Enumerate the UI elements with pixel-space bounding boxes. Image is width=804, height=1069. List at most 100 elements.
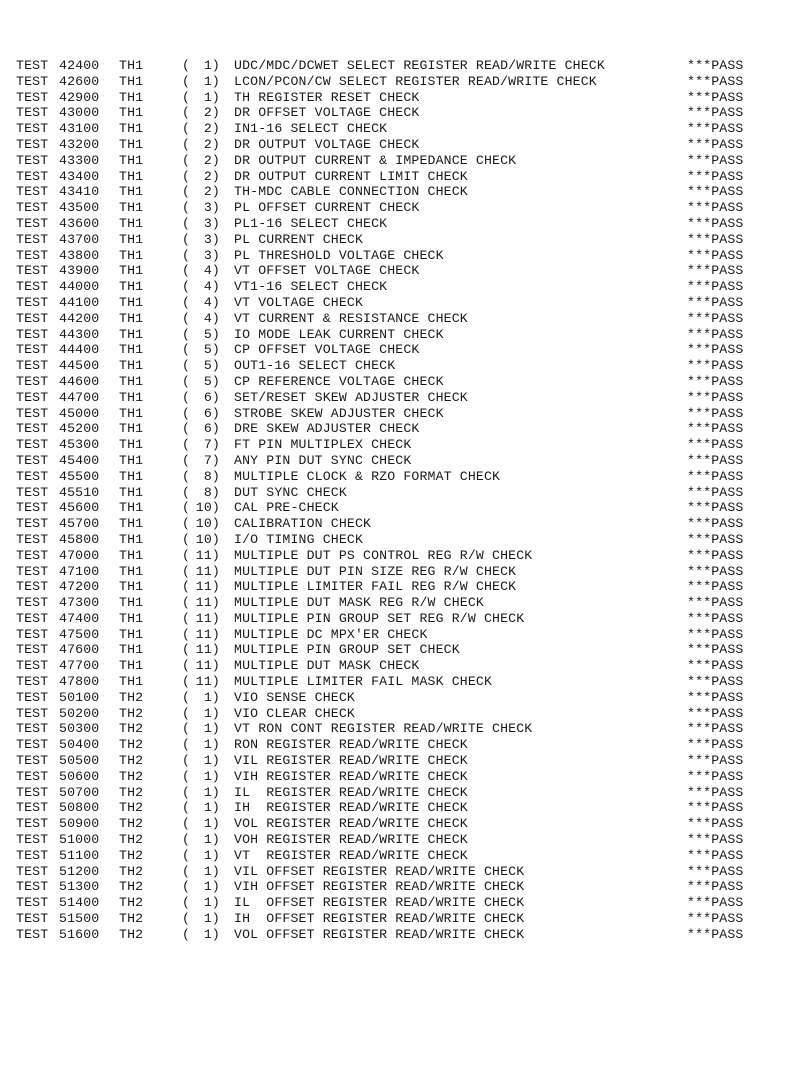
test-result: ***PASS	[687, 263, 744, 279]
test-prefix: TEST	[16, 231, 49, 247]
group-number: 1)	[203, 926, 220, 942]
test-head: TH2	[119, 926, 144, 942]
group-open-paren: (	[182, 247, 191, 263]
group-number: 1)	[203, 911, 220, 927]
test-result: ***PASS	[687, 689, 744, 705]
test-prefix: TEST	[16, 895, 49, 911]
test-description: CP REFERENCE VOLTAGE CHECK	[234, 373, 444, 389]
group-open-paren: (	[182, 452, 191, 468]
group-open-paren: (	[182, 121, 191, 137]
group-open-paren: (	[182, 768, 191, 784]
test-number: 43410	[59, 184, 100, 200]
group-open-paren: (	[182, 879, 191, 895]
test-result: ***PASS	[687, 579, 744, 595]
test-number: 43200	[59, 136, 100, 152]
log-row: TEST 45000 TH1 ( 6) STROBE SKEW ADJUSTER…	[16, 406, 796, 422]
group-open-paren: (	[182, 468, 191, 484]
test-number: 50400	[59, 737, 100, 753]
log-row: TEST 43900 TH1 ( 4) VT OFFSET VOLTAGE CH…	[16, 263, 796, 279]
log-row: TEST 50400 TH2 ( 1) RON REGISTER READ/WR…	[16, 737, 796, 753]
test-head: TH1	[119, 342, 144, 358]
test-result: ***PASS	[687, 768, 744, 784]
test-result: ***PASS	[687, 847, 744, 863]
group-open-paren: (	[182, 863, 191, 879]
group-number: 3)	[203, 215, 220, 231]
test-result: ***PASS	[687, 184, 744, 200]
test-number: 45400	[59, 452, 100, 468]
test-head: TH2	[119, 800, 144, 816]
test-description: VIO CLEAR CHECK	[234, 705, 355, 721]
test-prefix: TEST	[16, 547, 49, 563]
test-head: TH1	[119, 579, 144, 595]
test-number: 45000	[59, 405, 100, 421]
group-number: 11)	[195, 563, 220, 579]
test-number: 51600	[59, 926, 100, 942]
group-open-paren: (	[182, 484, 191, 500]
test-number: 50900	[59, 816, 100, 832]
log-row: TEST 43000 TH1 ( 2) DR OFFSET VOLTAGE CH…	[16, 105, 796, 121]
log-row: TEST 45600 TH1 ( 10) CAL PRE-CHECK ***PA…	[16, 500, 796, 516]
test-head: TH1	[119, 373, 144, 389]
test-head: TH1	[119, 168, 144, 184]
test-prefix: TEST	[16, 452, 49, 468]
group-open-paren: (	[182, 105, 191, 121]
log-row: TEST 51100 TH2 ( 1) VT REGISTER READ/WRI…	[16, 848, 796, 864]
group-number: 1)	[203, 816, 220, 832]
group-open-paren: (	[182, 674, 191, 690]
group-number: 6)	[203, 389, 220, 405]
test-description: IH OFFSET REGISTER READ/WRITE CHECK	[234, 911, 525, 927]
group-number: 2)	[203, 152, 220, 168]
group-open-paren: (	[182, 152, 191, 168]
log-row: TEST 47800 TH1 ( 11) MULTIPLE LIMITER FA…	[16, 674, 796, 690]
test-description: VT VOLTAGE CHECK	[234, 294, 364, 310]
group-number: 5)	[203, 342, 220, 358]
group-open-paren: (	[182, 89, 191, 105]
test-description: FT PIN MULTIPLEX CHECK	[234, 437, 412, 453]
test-result: ***PASS	[687, 658, 744, 674]
test-result: ***PASS	[687, 231, 744, 247]
log-row: TEST 45200 TH1 ( 6) DRE SKEW ADJUSTER CH…	[16, 421, 796, 437]
log-row: TEST 50600 TH2 ( 1) VIH REGISTER READ/WR…	[16, 769, 796, 785]
test-head: TH1	[119, 279, 144, 295]
log-row: TEST 47600 TH1 ( 11) MULTIPLE PIN GROUP …	[16, 642, 796, 658]
test-description: SET/RESET SKEW ADJUSTER CHECK	[234, 389, 468, 405]
test-number: 51000	[59, 832, 100, 848]
group-open-paren: (	[182, 926, 191, 942]
test-description: VT REGISTER READ/WRITE CHECK	[234, 847, 468, 863]
test-result: ***PASS	[687, 737, 744, 753]
test-head: TH2	[119, 847, 144, 863]
test-prefix: TEST	[16, 784, 49, 800]
log-row: TEST 47500 TH1 ( 11) MULTIPLE DC MPX'ER …	[16, 627, 796, 643]
group-open-paren: (	[182, 642, 191, 658]
group-number: 4)	[203, 263, 220, 279]
group-open-paren: (	[182, 437, 191, 453]
test-number: 43500	[59, 200, 100, 216]
log-row: TEST 51600 TH2 ( 1) VOL OFFSET REGISTER …	[16, 927, 796, 943]
test-head: TH2	[119, 737, 144, 753]
group-number: 10)	[195, 516, 220, 532]
test-head: TH1	[119, 595, 144, 611]
group-open-paren: (	[182, 136, 191, 152]
group-number: 2)	[203, 136, 220, 152]
group-open-paren: (	[182, 658, 191, 674]
test-head: TH1	[119, 468, 144, 484]
test-prefix: TEST	[16, 405, 49, 421]
test-result: ***PASS	[687, 168, 744, 184]
test-description: I/O TIMING CHECK	[234, 531, 364, 547]
group-number: 1)	[203, 58, 220, 73]
group-number: 2)	[203, 105, 220, 121]
test-prefix: TEST	[16, 737, 49, 753]
test-result: ***PASS	[687, 326, 744, 342]
test-description: MULTIPLE DUT PIN SIZE REG R/W CHECK	[234, 563, 517, 579]
test-description: ANY PIN DUT SYNC CHECK	[234, 452, 412, 468]
test-number: 45510	[59, 484, 100, 500]
test-head: TH1	[119, 136, 144, 152]
log-row: TEST 42400 TH1 ( 1) UDC/MDC/DCWET SELECT…	[16, 58, 796, 74]
test-number: 47000	[59, 547, 100, 563]
test-description: CAL PRE-CHECK	[234, 500, 339, 516]
test-prefix: TEST	[16, 721, 49, 737]
test-result: ***PASS	[687, 674, 744, 690]
test-number: 43300	[59, 152, 100, 168]
test-number: 43800	[59, 247, 100, 263]
test-prefix: TEST	[16, 642, 49, 658]
